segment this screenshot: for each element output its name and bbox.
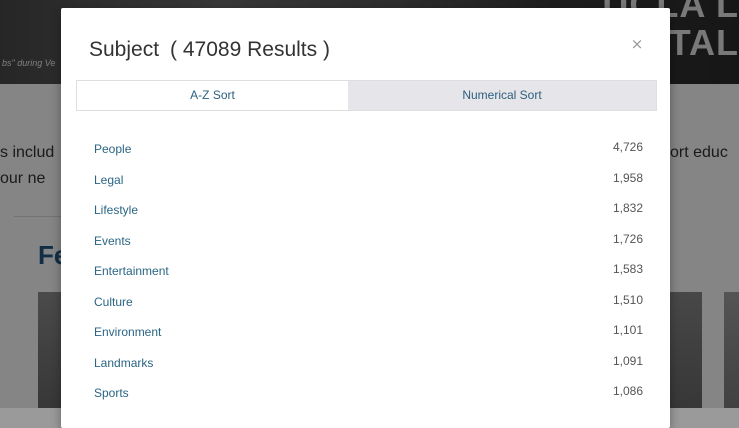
sort-tabs: A-Z Sort Numerical Sort — [76, 80, 657, 111]
subject-count: 1,726 — [612, 231, 643, 246]
list-item[interactable]: Environment 1,101 — [94, 317, 643, 348]
modal-title-label: Subject — [89, 38, 160, 61]
subject-count: 1,510 — [612, 292, 643, 307]
subject-count: 1,101 — [612, 323, 643, 337]
subject-link[interactable]: Lifestyle — [94, 203, 138, 217]
subject-link[interactable]: Sports — [94, 386, 129, 400]
subject-link[interactable]: People — [94, 142, 131, 156]
subject-link[interactable]: Events — [94, 234, 131, 248]
subject-count: 1,086 — [612, 384, 643, 398]
subject-results-list: People 4,726 Legal 1,958 Lifestyle 1,832… — [94, 134, 643, 409]
list-item[interactable]: People 4,726 — [94, 134, 643, 165]
subject-count: 1,958 — [612, 170, 643, 185]
subject-count: 1,091 — [612, 353, 643, 368]
list-item[interactable]: Entertainment 1,583 — [94, 256, 643, 287]
subject-link[interactable]: Environment — [94, 325, 161, 339]
list-item[interactable]: Lifestyle 1,832 — [94, 195, 643, 226]
list-item[interactable]: Culture 1,510 — [94, 287, 643, 318]
tab-numerical-sort[interactable]: Numerical Sort — [348, 81, 656, 110]
subject-link[interactable]: Entertainment — [94, 264, 169, 278]
subject-count: 4,726 — [612, 140, 643, 154]
subject-count: 1,583 — [612, 262, 643, 276]
subject-link[interactable]: Culture — [94, 295, 133, 309]
modal-result-count: ( 47089 Results ) — [170, 38, 330, 61]
subject-count: 1,832 — [612, 201, 643, 215]
list-item[interactable]: Events 1,726 — [94, 226, 643, 257]
tab-az-sort[interactable]: A-Z Sort — [77, 81, 348, 110]
list-item[interactable]: Legal 1,958 — [94, 165, 643, 196]
subject-modal: Subject ( 47089 Results ) × A-Z Sort Nume… — [61, 8, 670, 428]
close-button[interactable]: × — [628, 35, 646, 53]
modal-title: Subject ( 47089 Results ) — [89, 38, 330, 62]
subject-link[interactable]: Landmarks — [94, 356, 153, 370]
list-item[interactable]: Sports 1,086 — [94, 378, 643, 409]
subject-link[interactable]: Legal — [94, 173, 123, 187]
list-item[interactable]: Landmarks 1,091 — [94, 348, 643, 379]
